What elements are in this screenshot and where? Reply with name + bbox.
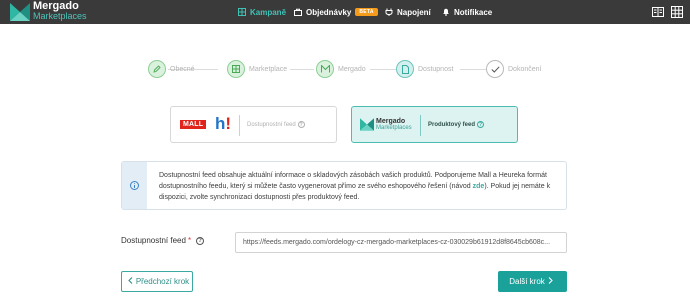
help-icon[interactable]: ? xyxy=(477,121,485,128)
book-icon[interactable] xyxy=(652,6,664,18)
chevron-right-icon xyxy=(548,277,553,286)
previous-step-label: Předchozí krok xyxy=(135,277,190,286)
nav-item-label: Notifikace xyxy=(454,7,493,17)
mergado-logo-icon xyxy=(360,118,374,131)
brand-logo-text[interactable]: Mergado Marketplaces xyxy=(33,0,87,22)
step-label: Marketplace xyxy=(249,65,288,73)
step-label: Mergado xyxy=(338,65,366,73)
availability-feed-label: Dostupnostní feed ? xyxy=(247,121,305,128)
beta-badge: BETA xyxy=(355,8,378,16)
brand-subtitle: Marketplaces xyxy=(33,11,87,21)
nav-item-notifikace[interactable]: Notifikace xyxy=(442,0,492,24)
mergado-logo-text: Mergado Marketplaces xyxy=(376,118,412,131)
info-text: Dostupnostní feed obsahuje aktuální info… xyxy=(159,172,551,201)
help-icon[interactable]: ? xyxy=(196,236,205,245)
product-feed-option[interactable]: Mergado Marketplaces Produktový feed ? xyxy=(351,106,518,143)
stepper-connector xyxy=(290,69,314,70)
bag-icon xyxy=(294,8,302,16)
help-icon[interactable]: ? xyxy=(297,121,305,128)
nav-item-label: Kampaně xyxy=(250,7,287,17)
step-obecne[interactable]: Obecné xyxy=(148,60,195,78)
required-mark: * xyxy=(187,236,192,245)
info-icon xyxy=(122,162,147,209)
chevron-left-icon xyxy=(128,277,133,286)
file-icon xyxy=(396,60,414,78)
feed-url-input[interactable]: https://feeds.mergado.com/ordelogy-cz-me… xyxy=(235,232,567,253)
nav-item-objednavky[interactable]: Objednávky BETA xyxy=(294,0,378,24)
bell-icon xyxy=(442,8,450,16)
brand-name: Mergado xyxy=(33,0,79,12)
grid-icon xyxy=(227,60,245,78)
previous-step-button[interactable]: Předchozí krok xyxy=(121,271,193,292)
stepper-connector xyxy=(370,69,396,70)
next-step-label: Další krok xyxy=(509,277,545,286)
heureka-logo: h! xyxy=(215,114,232,133)
pencil-icon xyxy=(148,60,166,78)
mergado-icon xyxy=(316,60,334,78)
info-box: Dostupnostní feed obsahuje aktuální info… xyxy=(121,161,567,210)
nav-item-napojeni[interactable]: Napojení xyxy=(385,0,431,24)
mall-logo: MALL xyxy=(180,120,207,129)
divider xyxy=(420,115,421,136)
step-mergado[interactable]: Mergado xyxy=(316,60,366,78)
nav-item-label: Objednávky xyxy=(306,7,352,17)
availability-feed-option[interactable]: MALL h! Dostupnostní feed ? xyxy=(170,106,337,143)
guide-link[interactable]: zde xyxy=(473,183,485,190)
grid-icon xyxy=(238,8,246,16)
mergado-logo-icon[interactable] xyxy=(10,3,30,21)
grid-menu-icon[interactable] xyxy=(671,6,683,18)
checkmark-icon xyxy=(486,60,504,78)
step-label: Dokončení xyxy=(508,65,542,73)
feed-url-label: Dostupnostní feed * ? xyxy=(121,236,205,245)
step-label: Dostupnost xyxy=(418,65,454,73)
product-feed-label: Produktový feed ? xyxy=(428,121,485,128)
plug-icon xyxy=(385,8,393,16)
step-dokonceni[interactable]: Dokončení xyxy=(486,60,541,78)
next-step-button[interactable]: Další krok xyxy=(498,271,567,292)
nav-item-label: Napojení xyxy=(397,7,431,17)
step-dostupnost[interactable]: Dostupnost xyxy=(396,60,453,78)
stepper-connector xyxy=(460,69,486,70)
step-marketplace[interactable]: Marketplace xyxy=(227,60,287,78)
nav-item-kampane[interactable]: Kampaně xyxy=(238,0,286,24)
step-label: Obecné xyxy=(170,65,195,73)
top-navigation-bar: Mergado Marketplaces Kampaně Objednávky … xyxy=(0,0,690,24)
divider xyxy=(239,115,240,136)
